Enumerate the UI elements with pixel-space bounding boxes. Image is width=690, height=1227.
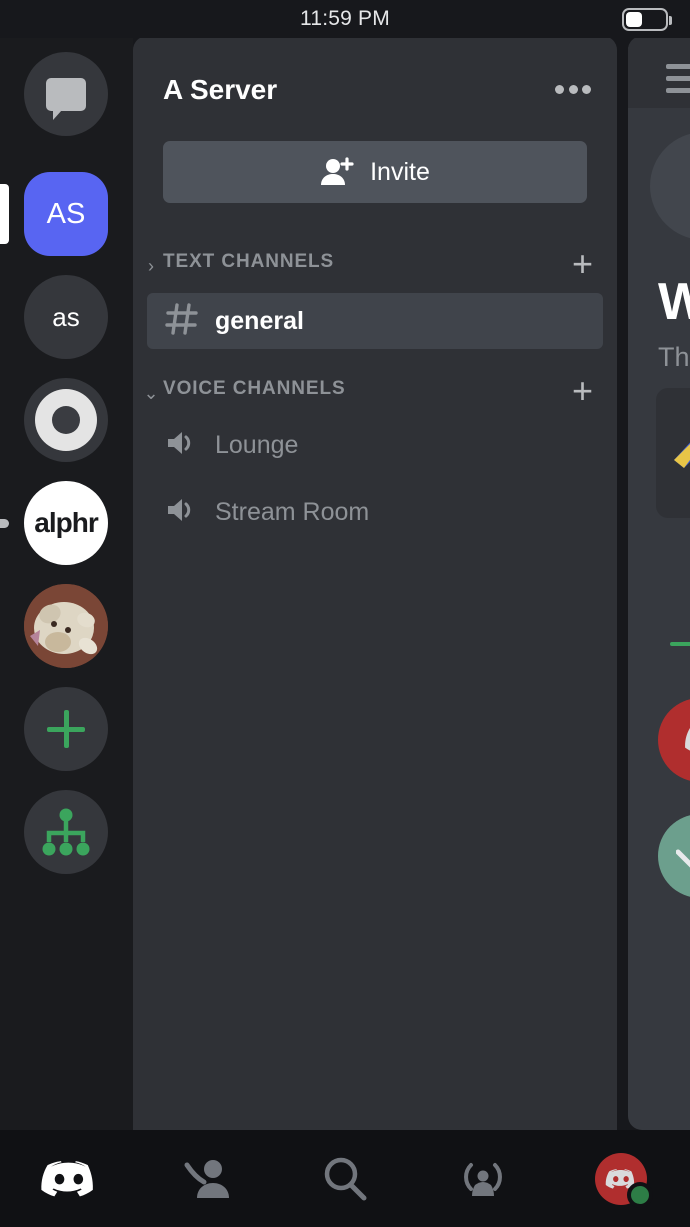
discord-logo-icon: [41, 1160, 93, 1196]
sidebar-item-explore-servers[interactable]: [24, 790, 108, 874]
category-header-voice-channels[interactable]: ⌄ VOICE CHANNELS +: [133, 371, 617, 413]
category-label: TEXT CHANNELS: [163, 251, 335, 272]
invite-button-label: Invite: [370, 157, 430, 186]
chat-welcome-heading: W: [658, 273, 690, 331]
battery-fill: [626, 12, 642, 27]
new-messages-divider: [670, 642, 690, 646]
message-avatar-teal[interactable]: [658, 814, 690, 898]
nav-search[interactable]: [276, 1130, 414, 1227]
status-bar: 11:59 PM: [0, 0, 690, 38]
rocket-illustration-icon: [674, 442, 690, 468]
explore-servers-button[interactable]: [24, 790, 108, 874]
chevron-right-icon[interactable]: ›: [141, 256, 161, 276]
discord-mobile-app: W Th AS as alphr A Server Invite › TEXT …: [0, 0, 690, 1227]
chat-onboarding-card[interactable]: [656, 388, 690, 518]
invite-button[interactable]: Invite: [163, 141, 587, 203]
channel-name: Lounge: [215, 430, 299, 459]
bottom-navigation-bar: [0, 1130, 690, 1227]
nav-home[interactable]: [0, 1130, 138, 1227]
chevron-avatar-icon: [676, 849, 690, 868]
nav-friends[interactable]: [138, 1130, 276, 1227]
add-voice-channel-button[interactable]: +: [572, 371, 593, 411]
add-server-button[interactable]: [24, 687, 108, 771]
server-icon-as[interactable]: AS: [24, 172, 108, 256]
channel-list-panel: A Server Invite › TEXT CHANNELS + genera…: [133, 36, 617, 1130]
server-rail: AS as alphr: [0, 36, 133, 1130]
user-avatar-icon[interactable]: [595, 1152, 653, 1208]
channel-item-stream-room[interactable]: Stream Room: [147, 484, 603, 540]
chat-panel-header: [628, 36, 690, 108]
channel-name: Stream Room: [215, 497, 370, 526]
chat-bubble-icon: [46, 77, 86, 120]
status-badge-online: [627, 1181, 653, 1208]
sidebar-item-server-as-active[interactable]: AS: [0, 172, 108, 256]
discord-logo-icon: [685, 728, 690, 751]
server-icon-as-lower[interactable]: as: [24, 275, 108, 359]
chat-welcome-subtitle: Th: [658, 342, 690, 372]
server-icon-donut[interactable]: [24, 378, 108, 462]
nav-mentions[interactable]: [414, 1130, 552, 1227]
direct-messages-button[interactable]: [24, 52, 108, 136]
chat-panel-peek[interactable]: W Th: [628, 36, 690, 1130]
status-bar-clock: 11:59 PM: [300, 7, 390, 30]
server-initials: AS: [46, 197, 86, 230]
search-icon: [324, 1157, 367, 1200]
server-icon-dog[interactable]: [24, 584, 108, 668]
sidebar-item-server-as-lower[interactable]: as: [24, 275, 108, 359]
sidebar-item-server-dog-photo[interactable]: [24, 584, 108, 668]
add-text-channel-button[interactable]: +: [572, 244, 593, 284]
speaker-icon: [163, 428, 201, 463]
hash-icon: [163, 302, 201, 341]
battery-icon: [622, 8, 672, 31]
nav-profile[interactable]: [552, 1130, 690, 1227]
chevron-down-icon[interactable]: ⌄: [141, 383, 161, 403]
channel-item-general[interactable]: general: [147, 293, 603, 349]
server-wordmark: alphr: [34, 507, 98, 538]
page-title: A Server: [163, 74, 278, 105]
person-add-icon: [321, 157, 354, 185]
donut-logo-icon: [35, 389, 97, 451]
message-avatar-red[interactable]: [658, 698, 690, 782]
sidebar-item-add-server[interactable]: [24, 687, 108, 771]
sidebar-item-direct-messages[interactable]: [24, 52, 108, 136]
channel-item-lounge[interactable]: Lounge: [147, 417, 603, 473]
server-icon-alphr[interactable]: alphr: [24, 481, 108, 565]
speaker-icon: [163, 495, 201, 530]
active-server-indicator: [0, 184, 9, 244]
channel-name: general: [215, 306, 304, 335]
server-discovery-icon: [42, 808, 90, 856]
mentions-icon: [464, 1162, 502, 1196]
unread-indicator: [0, 519, 9, 528]
dog-photo-avatar: [24, 584, 108, 668]
more-options-icon[interactable]: [555, 84, 591, 94]
sidebar-item-server-alphr[interactable]: alphr: [0, 481, 108, 565]
chat-server-avatar: [650, 132, 690, 240]
hamburger-menu-icon[interactable]: [666, 64, 690, 100]
friends-icon: [184, 1159, 229, 1198]
category-label: VOICE CHANNELS: [163, 378, 346, 399]
server-initials: as: [52, 301, 80, 332]
sidebar-item-server-donut[interactable]: [24, 378, 108, 462]
category-header-text-channels[interactable]: › TEXT CHANNELS +: [133, 244, 617, 286]
